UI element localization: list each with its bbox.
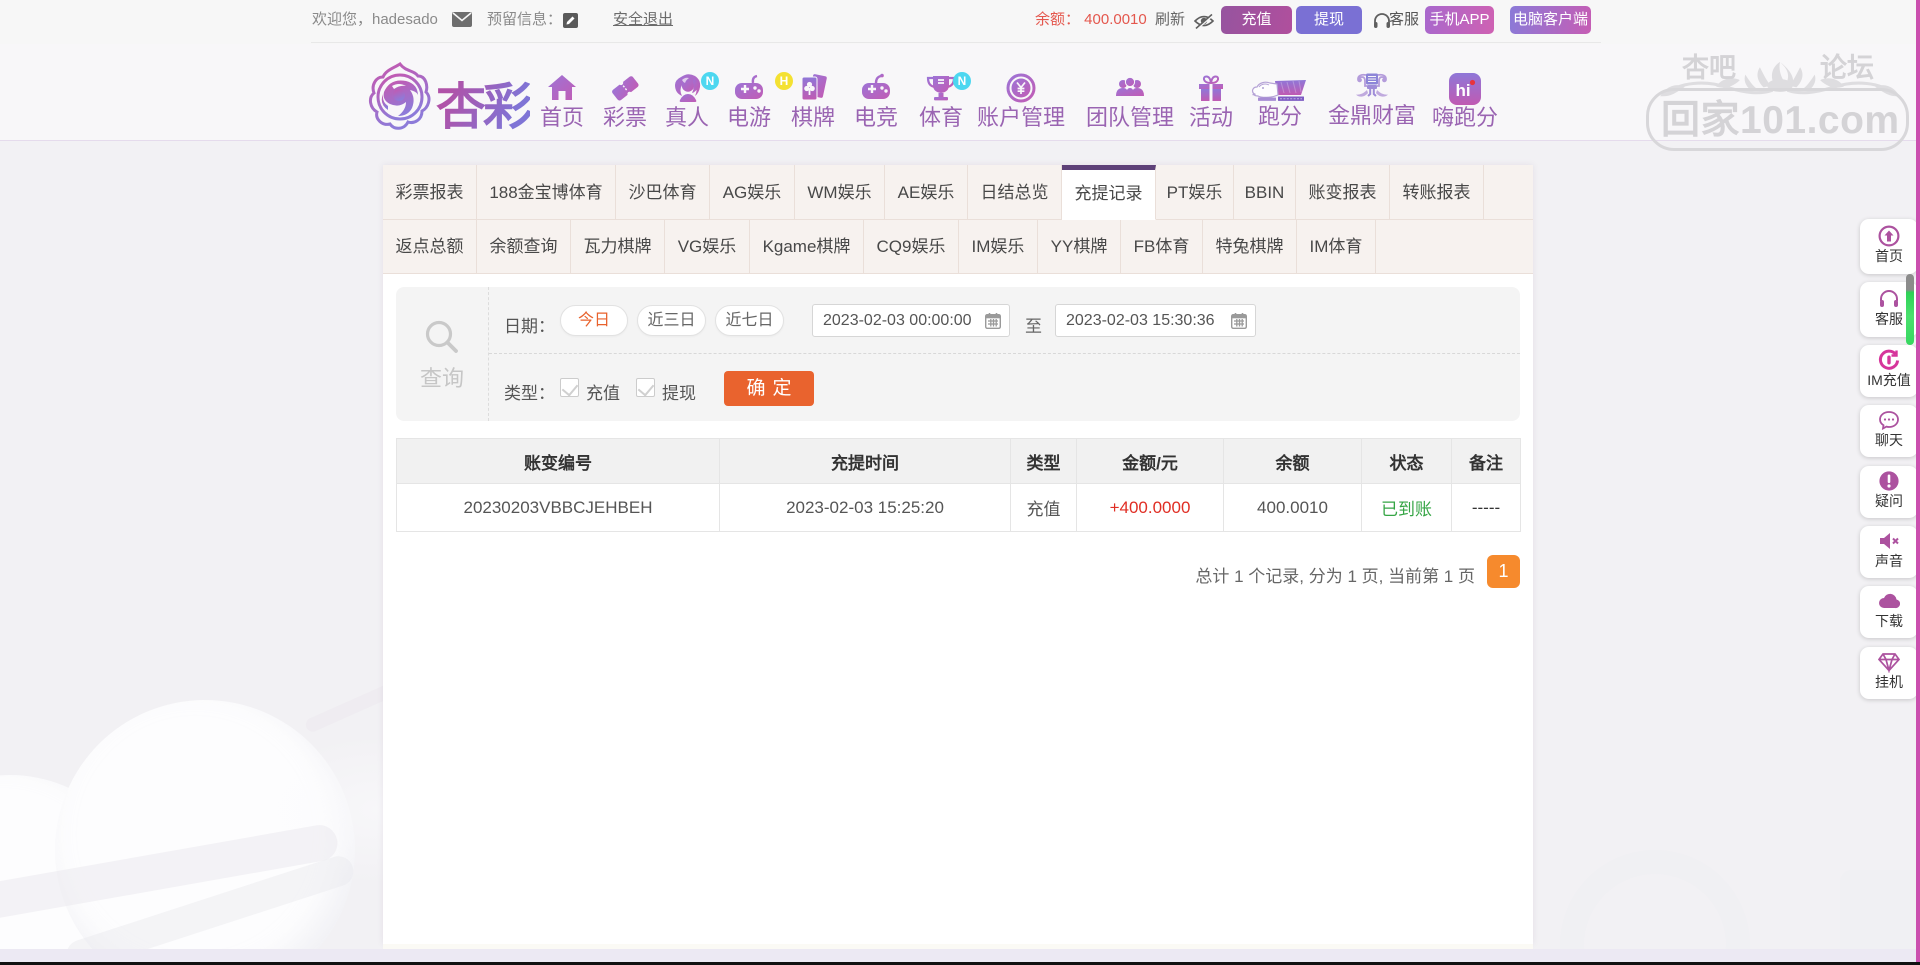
svg-text:hi: hi bbox=[1455, 81, 1470, 100]
